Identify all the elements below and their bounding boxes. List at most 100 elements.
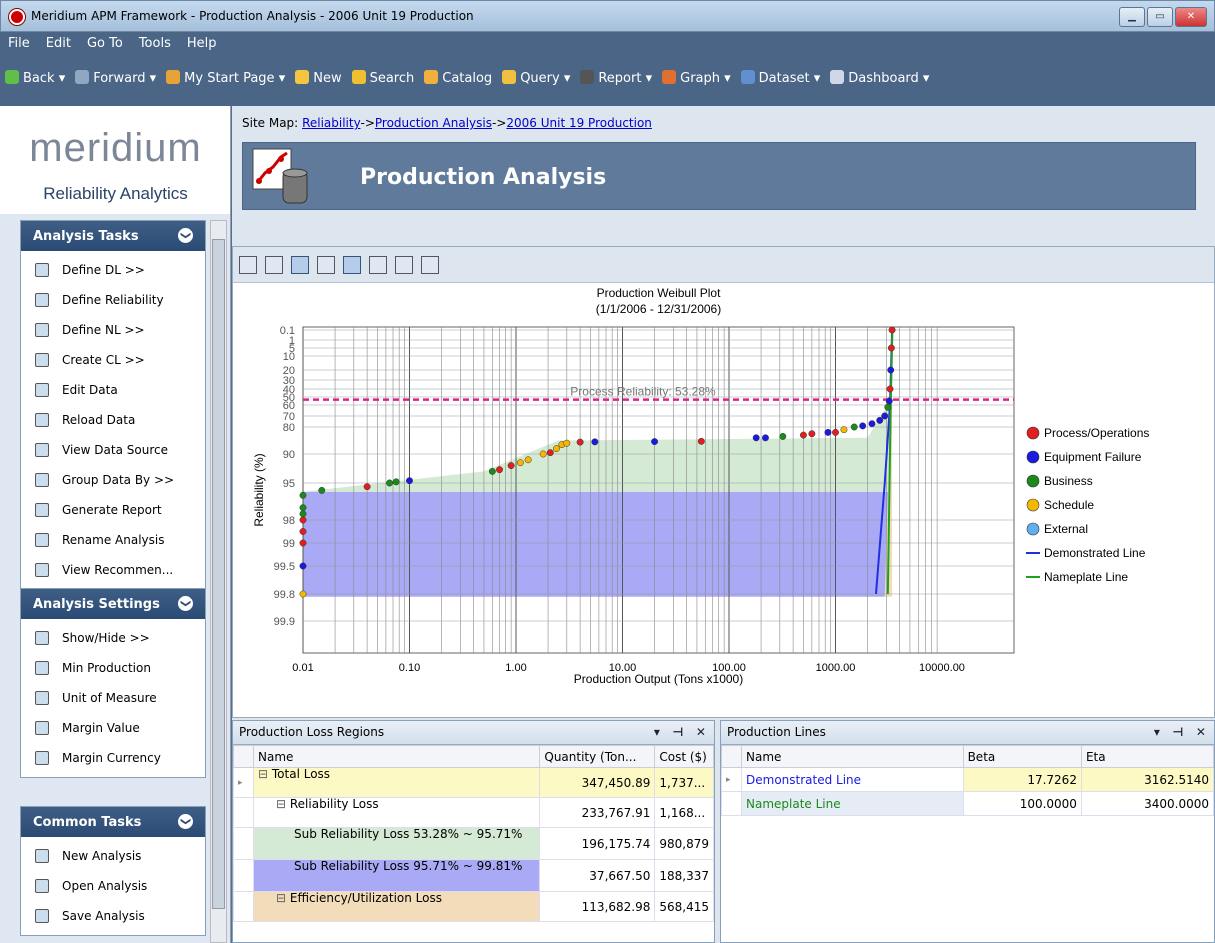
table-row[interactable]: ▸ ⊟ Total Loss 347,450.89 1,737...: [233, 767, 714, 798]
tree-collapse-icon[interactable]: ⊟: [258, 767, 272, 781]
toolbar-catalog-button[interactable]: Catalog: [424, 70, 492, 86]
row-selector[interactable]: ▸: [233, 767, 254, 798]
task-define-nl[interactable]: Define NL >>: [21, 315, 205, 345]
task-unit-of-measure[interactable]: Unit of Measure: [21, 683, 205, 713]
copy-icon[interactable]: [239, 256, 257, 274]
toolbar-query-button[interactable]: Query ▾: [502, 70, 570, 86]
menu-edit[interactable]: Edit: [46, 36, 71, 51]
table-row[interactable]: Sub Reliability Loss 53.28% ~ 95.71% 196,…: [233, 827, 714, 860]
collapse-chevron-icon[interactable]: ❯: [178, 814, 193, 829]
table-row[interactable]: ⊟ Reliability Loss 233,767.91 1,168...: [233, 797, 714, 828]
scroll-thumb[interactable]: [212, 239, 225, 909]
new-analysis-icon: [35, 849, 49, 863]
loss-regions-title: Production Loss Regions: [239, 725, 385, 739]
toolbar-dashboard-button[interactable]: Dashboard ▾: [830, 70, 929, 86]
toolbar-back-button[interactable]: Back ▾: [5, 70, 65, 86]
line-name-cell: Demonstrated Line: [741, 767, 964, 792]
maximize-button[interactable]: ▭: [1147, 7, 1173, 27]
task-save-analysis[interactable]: Save Analysis: [21, 901, 205, 931]
toolbar-forward-button[interactable]: Forward ▾: [75, 70, 156, 86]
task-rename-analysis[interactable]: Rename Analysis: [21, 525, 205, 555]
collapse-chevron-icon[interactable]: ❯: [178, 228, 193, 243]
toolbar-label: Search: [369, 71, 415, 86]
menu-file[interactable]: File: [8, 36, 30, 51]
minimize-button[interactable]: ▁: [1119, 7, 1145, 27]
task-margin-value[interactable]: Margin Value: [21, 713, 205, 743]
column-header-name[interactable]: Name: [741, 745, 964, 768]
task-generate-report[interactable]: Generate Report: [21, 495, 205, 525]
task-new-analysis[interactable]: New Analysis: [21, 841, 205, 871]
task-reload-data[interactable]: Reload Data: [21, 405, 205, 435]
task-min-production[interactable]: Min Production: [21, 653, 205, 683]
collapse-chevron-icon[interactable]: ❯: [178, 596, 193, 611]
row-selector[interactable]: ▸: [721, 767, 742, 792]
column-header-beta[interactable]: Beta: [962, 745, 1082, 768]
row-selector[interactable]: [233, 827, 254, 860]
panel-header[interactable]: Common Tasks ❯: [21, 807, 205, 837]
breadcrumb-link-reliability[interactable]: Reliability: [302, 116, 360, 130]
task-edit-data[interactable]: Edit Data: [21, 375, 205, 405]
row-selector[interactable]: [233, 859, 254, 892]
tools-icon[interactable]: [421, 256, 439, 274]
panel-controls[interactable]: ▾ ⊣ ✕: [1154, 725, 1206, 739]
row-selector[interactable]: [233, 797, 254, 828]
task-create-cl[interactable]: Create CL >>: [21, 345, 205, 375]
toolbar-report-button[interactable]: Report ▾: [580, 70, 652, 86]
toolbar-dataset-button[interactable]: Dataset ▾: [740, 70, 820, 86]
panel-controls[interactable]: ▾ ⊣ ✕: [654, 725, 706, 739]
task-margin-currency[interactable]: Margin Currency: [21, 743, 205, 773]
menu-help[interactable]: Help: [187, 36, 217, 51]
y-tick-label: 98: [283, 515, 295, 527]
pointer-tool-icon[interactable]: [291, 256, 309, 274]
panel-header[interactable]: Analysis Settings ❯: [21, 589, 205, 619]
panel-header[interactable]: Analysis Tasks ❯: [21, 221, 205, 251]
toolbar-graph-button[interactable]: Graph ▾: [662, 70, 731, 86]
show-hide-icon: [35, 631, 49, 645]
task-view-data-source[interactable]: View Data Source: [21, 435, 205, 465]
task-view-recommen[interactable]: View Recommen...: [21, 555, 205, 585]
toolbar-my-start-page-button[interactable]: My Start Page ▾: [166, 70, 285, 86]
legend-toggle-icon[interactable]: [343, 256, 361, 274]
main-content: Site Map: Reliability->Production Analys…: [232, 106, 1215, 943]
table-row[interactable]: ▸ Demonstrated Line 17.7262 3162.5140: [721, 767, 1215, 792]
weibull-plot: 0.11510203040506070809095989999.599.899.…: [252, 286, 1149, 686]
breadcrumb-link-2006-unit-19-production[interactable]: 2006 Unit 19 Production: [506, 116, 652, 130]
column-header-cost[interactable]: Cost ($): [654, 745, 714, 768]
breadcrumb-link-production-analysis[interactable]: Production Analysis: [375, 116, 492, 130]
toolbar-new-button[interactable]: New: [295, 70, 342, 86]
close-button[interactable]: ✕: [1175, 7, 1207, 27]
row-selector[interactable]: [721, 791, 742, 816]
data-point: [363, 483, 371, 491]
column-header-quantity-ton[interactable]: Quantity (Ton...: [539, 745, 656, 768]
column-header-eta[interactable]: Eta: [1080, 745, 1215, 768]
legend-schedule-swatch: [1026, 498, 1040, 512]
y-tick-label: 99.8: [274, 589, 295, 601]
toolbar-search-button[interactable]: Search: [351, 70, 415, 86]
tree-collapse-icon[interactable]: ⊟: [276, 891, 290, 905]
task-open-analysis[interactable]: Open Analysis: [21, 871, 205, 901]
table-row[interactable]: Sub Reliability Loss 95.71% ~ 99.81% 37,6…: [233, 859, 714, 892]
zoom-in-icon[interactable]: [369, 256, 387, 274]
zoom-out-icon[interactable]: [395, 256, 413, 274]
task-show-hide[interactable]: Show/Hide >>: [21, 623, 205, 653]
dataset-icon: [740, 70, 755, 84]
y-tick-label: 90: [283, 449, 295, 461]
task-define-dl[interactable]: Define DL >>: [21, 255, 205, 285]
table-row[interactable]: ⊟ Efficiency/Utilization Loss 113,682.98 5…: [233, 891, 714, 922]
tree-collapse-icon[interactable]: ⊟: [276, 797, 290, 811]
column-header-name[interactable]: Name: [252, 745, 541, 768]
margin-currency-icon: [35, 751, 49, 765]
chart-properties-icon[interactable]: [317, 256, 335, 274]
task-define-reliability[interactable]: Define Reliability: [21, 285, 205, 315]
menu-tools[interactable]: Tools: [139, 36, 171, 51]
table-row[interactable]: Nameplate Line 100.0000 3400.0000: [721, 791, 1215, 816]
toolbar-label: Graph ▾: [680, 71, 731, 86]
left-scrollbar[interactable]: [210, 220, 227, 943]
row-selector[interactable]: [233, 891, 254, 922]
legend-demonstrated-line: Demonstrated Line: [1044, 546, 1146, 560]
print-icon[interactable]: [265, 256, 283, 274]
open-analysis-icon: [35, 879, 49, 893]
task-group-data-by[interactable]: Group Data By >>: [21, 465, 205, 495]
panel-analysis-settings: Analysis Settings ❯ Show/Hide >> Min Produc…: [20, 588, 206, 778]
menu-go-to[interactable]: Go To: [87, 36, 123, 51]
